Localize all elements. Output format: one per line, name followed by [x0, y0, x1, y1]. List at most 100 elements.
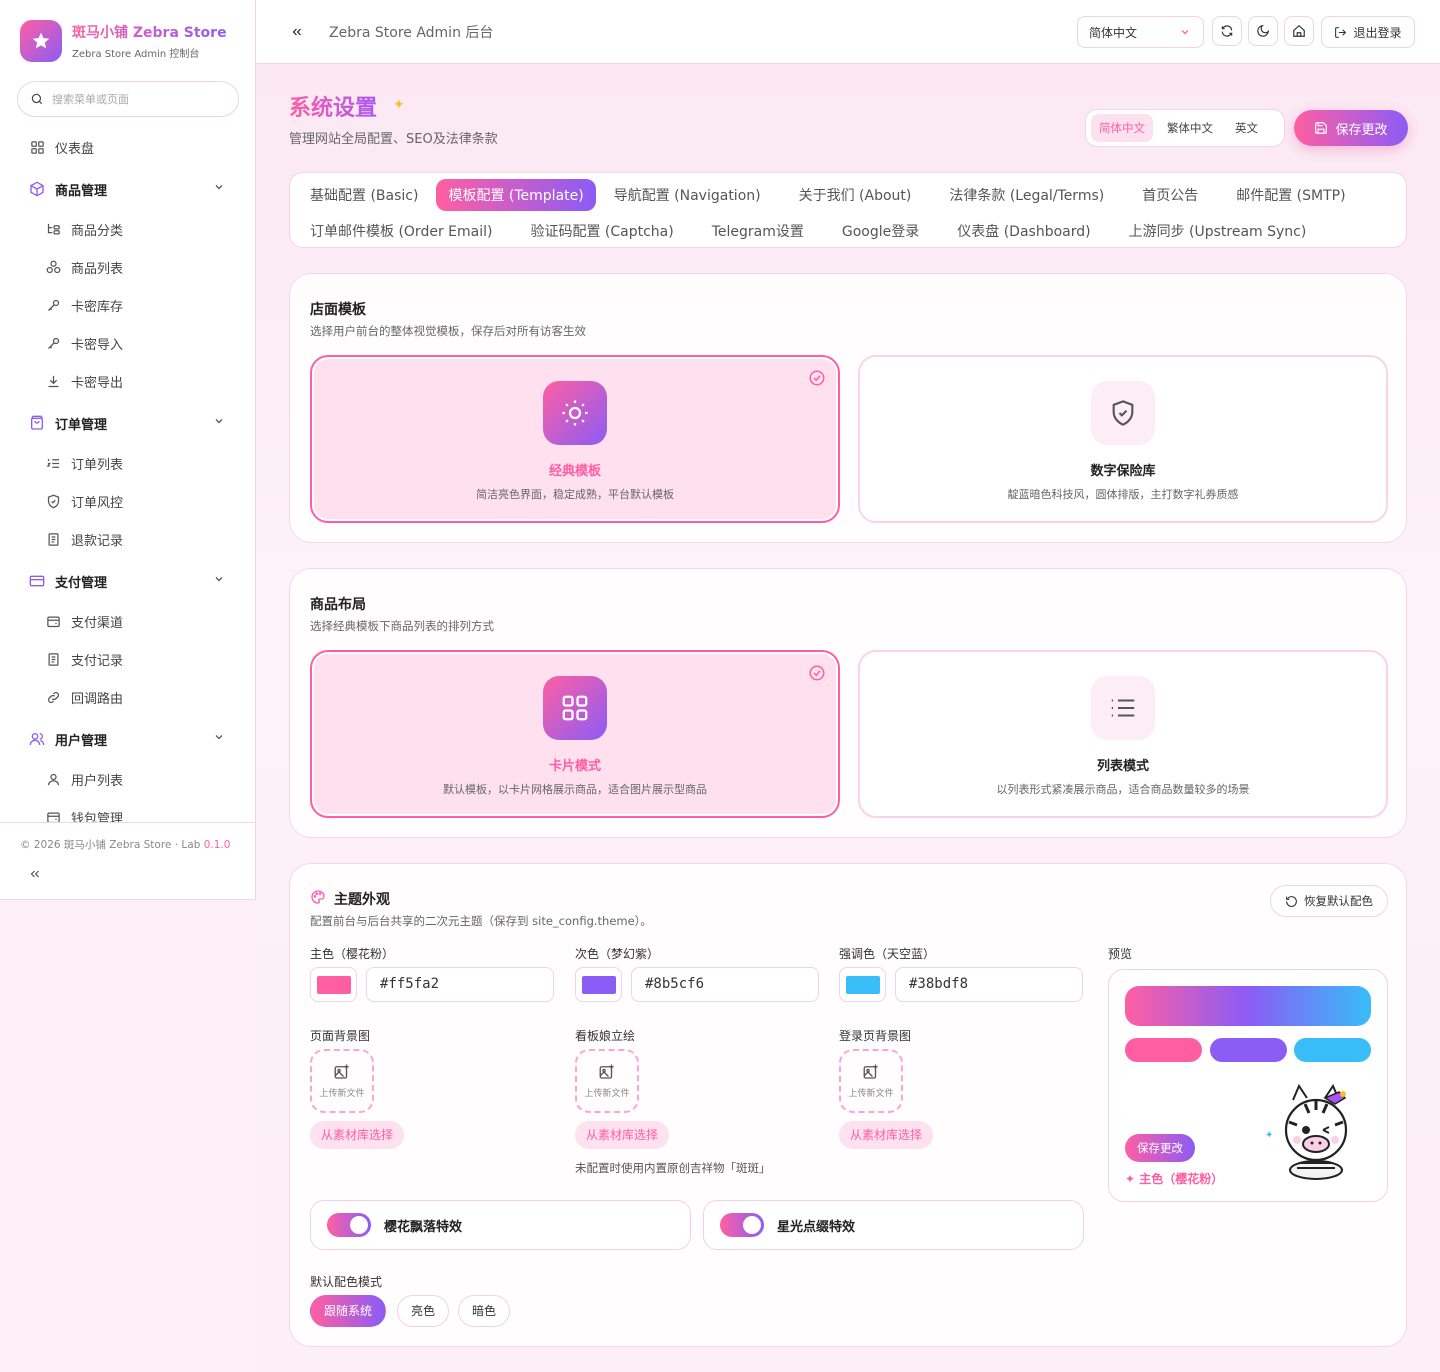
home-button[interactable]: [1284, 16, 1314, 46]
refresh-button[interactable]: [1212, 16, 1242, 46]
sidebar-item-card-stock[interactable]: 卡密库存: [0, 286, 255, 324]
upload-page-bg[interactable]: 上传新文件: [310, 1049, 374, 1113]
sidebar-item-categories[interactable]: 商品分类: [0, 210, 255, 248]
tab-announcement[interactable]: 首页公告: [1130, 179, 1210, 211]
tab-order-email[interactable]: 订单邮件模板 (Order Email): [298, 215, 504, 247]
sidebar-item-label: 回调路由: [71, 691, 124, 707]
sidebar-collapse-button[interactable]: [28, 866, 42, 885]
dashboard-icon: [28, 138, 46, 156]
section-subtitle: 选择用户前台的整体视觉模板，保存后对所有访客生效: [310, 324, 586, 338]
lang-tab-english[interactable]: 英文: [1227, 114, 1266, 142]
sidebar-group-products[interactable]: 商品管理: [0, 168, 255, 210]
mode-dark-button[interactable]: 暗色: [458, 1295, 511, 1327]
tab-captcha[interactable]: 验证码配置 (Captcha): [518, 215, 685, 247]
mode-light-button[interactable]: 亮色: [397, 1295, 450, 1327]
moon-icon: [1257, 24, 1270, 37]
collapse-sidebar-button[interactable]: [290, 24, 304, 43]
key-icon: [44, 296, 62, 314]
color-swatch-primary[interactable]: [310, 967, 357, 1002]
color-input-accent[interactable]: #38bdf8: [895, 967, 1083, 1002]
page-title: 系统设置: [289, 90, 377, 122]
color-swatch-accent[interactable]: [839, 967, 886, 1002]
sidebar-group-users[interactable]: 用户管理: [0, 718, 255, 760]
layout-option-list[interactable]: 列表模式 以列表形式紧凑展示商品，适合商品数量较多的场景: [858, 650, 1388, 818]
dark-mode-button[interactable]: [1248, 16, 1278, 46]
sidebar-item-label: 商品列表: [71, 261, 124, 277]
tab-navigation[interactable]: 导航配置 (Navigation): [602, 179, 773, 211]
upload-text: 上传新文件: [584, 1089, 630, 1099]
sidebar-search-input[interactable]: 搜索菜单或页面: [17, 81, 239, 117]
tab-telegram[interactable]: Telegram设置: [700, 215, 816, 247]
tab-basic[interactable]: 基础配置 (Basic): [298, 179, 430, 211]
tab-legal[interactable]: 法律条款 (Legal/Terms): [937, 179, 1116, 211]
restore-default-colors-button[interactable]: 恢复默认配色: [1270, 885, 1388, 917]
upload-label-page-bg: 页面背景图: [310, 1029, 371, 1043]
mode-follow-system-button[interactable]: 跟随系统: [310, 1295, 387, 1327]
brand[interactable]: 斑马小铺 Zebra Store Zebra Store Admin 控制台: [20, 20, 232, 62]
lang-tab-traditional[interactable]: 繁体中文: [1159, 114, 1221, 142]
sidebar-item-order-risk[interactable]: 订单风控: [0, 482, 255, 520]
page-subtitle: 管理网站全局配置、SEO及法律条款: [289, 132, 498, 147]
color-input-primary[interactable]: #ff5fa2: [366, 967, 554, 1002]
category-tree-icon: [44, 220, 62, 238]
pick-from-library-button[interactable]: 从素材库选择: [839, 1121, 934, 1149]
mascot-hint: 未配置时使用内置原创吉祥物「斑斑」: [575, 1161, 771, 1175]
sidebar-item-refunds[interactable]: 退款记录: [0, 520, 255, 558]
color-swatch-secondary[interactable]: [575, 967, 622, 1002]
lang-tab-simplified[interactable]: 简体中文: [1091, 114, 1153, 142]
tab-smtp[interactable]: 邮件配置 (SMTP): [1224, 179, 1357, 211]
color-mode-label: 默认配色模式: [310, 1275, 383, 1289]
layout-option-card[interactable]: 卡片模式 默认模板，以卡片网格展示商品，适合图片展示型商品: [310, 650, 840, 818]
pick-from-library-button[interactable]: 从素材库选择: [310, 1121, 405, 1149]
sidebar-item-order-list[interactable]: 订单列表: [0, 444, 255, 482]
save-button[interactable]: 保存更改: [1294, 110, 1408, 146]
upload-login-bg[interactable]: 上传新文件: [839, 1049, 903, 1113]
sidebar-item-label: 支付记录: [71, 653, 124, 669]
template-option-classic[interactable]: 经典模板 简洁亮色界面，稳定成熟，平台默认模板: [310, 355, 840, 523]
top-header: Zebra Store Admin 后台 简体中文 退出登录: [256, 0, 1440, 64]
shield-check-icon: [1091, 381, 1155, 445]
sidebar-item-label: 退款记录: [71, 533, 124, 549]
tab-upstream-sync[interactable]: 上游同步 (Upstream Sync): [1117, 215, 1319, 247]
tab-about[interactable]: 关于我们 (About): [787, 179, 924, 211]
sidebar-item-product-list[interactable]: 商品列表: [0, 248, 255, 286]
pick-from-library-button[interactable]: 从素材库选择: [575, 1121, 670, 1149]
toggle-switch[interactable]: [720, 1213, 764, 1237]
option-name: 列表模式: [1096, 759, 1149, 774]
sidebar-item-wallets[interactable]: 钱包管理: [0, 798, 255, 822]
tab-google-login[interactable]: Google登录: [830, 215, 931, 247]
preview-primary-pill: [1125, 1038, 1202, 1062]
option-name: 数字保险库: [1090, 464, 1156, 479]
sakura-effect-toggle[interactable]: 樱花飘落特效: [310, 1200, 691, 1250]
tab-dashboard[interactable]: 仪表盘 (Dashboard): [945, 215, 1102, 247]
color-input-secondary[interactable]: #8b5cf6: [631, 967, 819, 1002]
chevron-down-icon: [213, 573, 225, 589]
image-plus-icon: [599, 1064, 614, 1079]
shapes-icon: [44, 258, 62, 276]
toggle-switch[interactable]: [327, 1213, 371, 1237]
section-title: 主题外观: [334, 892, 390, 908]
sidebar-item-pay-channels[interactable]: 支付渠道: [0, 602, 255, 640]
sidebar-item-pay-records[interactable]: 支付记录: [0, 640, 255, 678]
chevrons-left-icon: [292, 28, 301, 36]
settings-tabs: 基础配置 (Basic) 模板配置 (Template) 导航配置 (Navig…: [289, 172, 1407, 248]
sidebar-item-dashboard[interactable]: 仪表盘: [0, 128, 255, 166]
sidebar-item-callback-routes[interactable]: 回调路由: [0, 678, 255, 716]
preview-gradient-bar: [1125, 986, 1371, 1026]
sidebar-group-orders[interactable]: 订单管理: [0, 402, 255, 444]
sidebar-group-payments[interactable]: 支付管理: [0, 560, 255, 602]
starlight-effect-toggle[interactable]: 星光点缀特效: [703, 1200, 1084, 1250]
rotate-ccw-icon: [1286, 895, 1297, 907]
language-select[interactable]: 简体中文: [1077, 16, 1204, 48]
sidebar-item-card-export[interactable]: 卡密导出: [0, 362, 255, 400]
chevron-down-icon: [213, 731, 225, 747]
sidebar-item-label: 商品分类: [71, 223, 124, 239]
logout-button[interactable]: 退出登录: [1321, 16, 1415, 48]
zebra-mascot-icon: [1284, 1083, 1348, 1180]
upload-mascot[interactable]: 上传新文件: [575, 1049, 639, 1113]
sidebar-item-user-list[interactable]: 用户列表: [0, 760, 255, 798]
sidebar-item-card-import[interactable]: 卡密导入: [0, 324, 255, 362]
tab-template[interactable]: 模板配置 (Template): [436, 178, 596, 211]
template-option-digital-vault[interactable]: 数字保险库 靛蓝暗色科技风，圆体排版，主打数字礼券质感: [858, 355, 1388, 523]
option-desc: 以列表形式紧凑展示商品，适合商品数量较多的场景: [996, 783, 1250, 796]
